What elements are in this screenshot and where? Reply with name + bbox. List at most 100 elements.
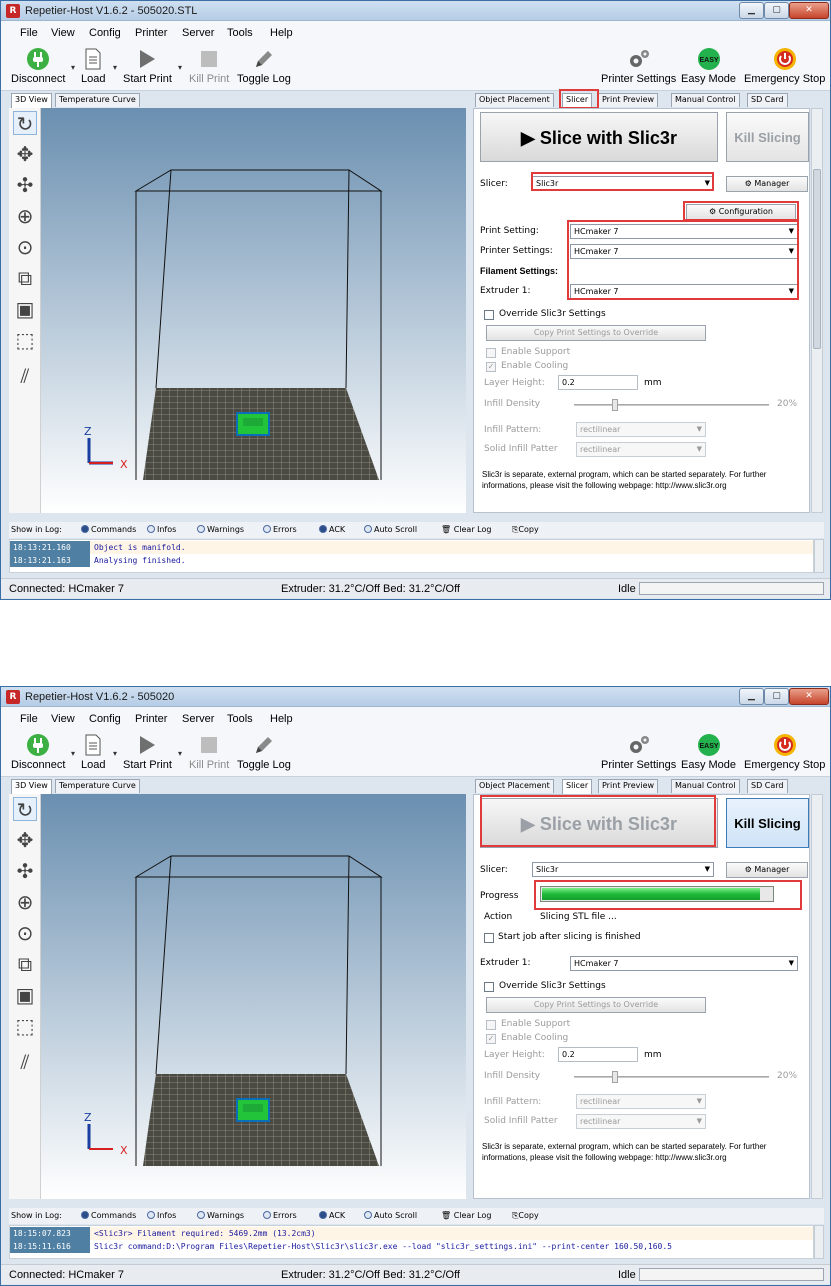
kill-print-button[interactable]: Kill Print [189, 47, 229, 85]
chevron-down-icon[interactable]: ▾ [178, 63, 182, 72]
menu-help[interactable]: Help [270, 27, 293, 39]
top-view-icon[interactable]: ⬚ [13, 328, 37, 352]
panel-scrollbar[interactable] [811, 108, 823, 513]
filter-warnings[interactable]: Warnings [197, 1211, 244, 1220]
isometric-view-icon[interactable]: ⧉ [13, 952, 37, 976]
close-button[interactable]: ✕ [789, 2, 829, 19]
layer-height-input[interactable]: 0.2 [558, 375, 638, 390]
menu-help[interactable]: Help [270, 713, 293, 725]
tab-print-preview[interactable]: Print Preview [598, 93, 659, 107]
start-print-button[interactable]: Start Print [123, 47, 172, 85]
kill-slicing-button[interactable]: Kill Slicing [726, 112, 809, 162]
menu-server[interactable]: Server [182, 713, 214, 725]
load-button[interactable]: Load [81, 733, 105, 771]
load-button[interactable]: Load [81, 47, 105, 85]
3d-viewport[interactable]: Z X [41, 794, 466, 1199]
tab-sd-card[interactable]: SD Card [747, 779, 788, 793]
menu-printer[interactable]: Printer [135, 713, 167, 725]
chevron-down-icon[interactable]: ▾ [178, 749, 182, 758]
tab-3d-view[interactable]: 3D View [11, 93, 52, 108]
maximize-button[interactable]: ▢ [764, 2, 789, 19]
move-icon[interactable]: ✥ [13, 142, 37, 166]
close-button[interactable]: ✕ [789, 688, 829, 705]
menu-tools[interactable]: Tools [227, 27, 253, 39]
parallel-projection-icon[interactable]: ⫽ [13, 364, 37, 388]
chevron-down-icon[interactable]: ▾ [71, 63, 75, 72]
menu-file[interactable]: File [20, 713, 38, 725]
chevron-down-icon[interactable]: ▾ [113, 63, 117, 72]
chevron-down-icon[interactable]: ▾ [71, 749, 75, 758]
tab-sd-card[interactable]: SD Card [747, 93, 788, 107]
tab-temperature-curve[interactable]: Temperature Curve [55, 779, 140, 793]
printer-settings-button[interactable]: Printer Settings [601, 47, 676, 85]
menu-config[interactable]: Config [89, 27, 121, 39]
log-area[interactable]: 18:15:07.823 <Slic3r> Filament required: … [9, 1225, 814, 1259]
filter-errors[interactable]: Errors [263, 1211, 297, 1220]
scrollbar-thumb[interactable] [813, 169, 821, 349]
top-view-icon[interactable]: ⬚ [13, 1014, 37, 1038]
filter-infos[interactable]: Infos [147, 525, 176, 534]
tab-print-preview[interactable]: Print Preview [598, 779, 659, 793]
rotate-icon[interactable]: ↻ [13, 111, 37, 136]
kill-slicing-button[interactable]: Kill Slicing [726, 798, 809, 848]
extruder-select[interactable]: HCmaker 7 ▼ [570, 956, 798, 971]
toggle-log-button[interactable]: Toggle Log [237, 733, 291, 771]
slider-handle[interactable] [612, 399, 618, 411]
manager-button[interactable]: ⚙ Manager [726, 176, 808, 192]
filter-auto-scroll[interactable]: Auto Scroll [364, 1211, 417, 1220]
parallel-projection-icon[interactable]: ⫽ [13, 1050, 37, 1074]
disconnect-button[interactable]: Disconnect [11, 47, 65, 85]
filter-ack[interactable]: ACK [319, 525, 345, 534]
tab-slicer[interactable]: Slicer [562, 779, 593, 794]
minimize-button[interactable]: ▁ [739, 2, 764, 19]
disconnect-button[interactable]: Disconnect [11, 733, 65, 771]
log-area[interactable]: 18:13:21.160 Object is manifold. 18:13:21… [9, 539, 814, 573]
menu-server[interactable]: Server [182, 27, 214, 39]
emergency-stop-button[interactable]: Emergency Stop [744, 733, 825, 771]
kill-print-button[interactable]: Kill Print [189, 733, 229, 771]
enable-cooling-checkbox[interactable]: ✓ [486, 362, 496, 372]
emergency-stop-button[interactable]: Emergency Stop [744, 47, 825, 85]
menu-printer[interactable]: Printer [135, 27, 167, 39]
copy-log-button[interactable]: ⎘Copy [512, 1211, 539, 1221]
copy-log-button[interactable]: ⎘Copy [512, 525, 539, 535]
filter-commands[interactable]: Commands [81, 1211, 136, 1220]
move-icon[interactable]: ✥ [13, 828, 37, 852]
panel-scrollbar[interactable] [811, 794, 823, 1199]
move-object-icon[interactable]: ✣ [13, 859, 37, 883]
zoom-fit-icon[interactable]: ⊙ [13, 921, 37, 945]
solid-infill-select[interactable]: rectilinear ▼ [576, 442, 706, 457]
zoom-in-icon[interactable]: ⊕ [13, 204, 37, 228]
log-scrollbar[interactable] [814, 539, 824, 573]
enable-cooling-checkbox[interactable]: ✓ [486, 1034, 496, 1044]
copy-print-settings-button[interactable]: Copy Print Settings to Override [486, 325, 706, 341]
tab-3d-view[interactable]: 3D View [11, 779, 52, 794]
infill-pattern-select[interactable]: rectilinear ▼ [576, 422, 706, 437]
override-checkbox[interactable] [484, 982, 494, 992]
tab-temperature-curve[interactable]: Temperature Curve [55, 93, 140, 107]
tab-manual-control[interactable]: Manual Control [671, 779, 740, 793]
start-job-checkbox[interactable] [484, 933, 494, 943]
menu-config[interactable]: Config [89, 713, 121, 725]
zoom-in-icon[interactable]: ⊕ [13, 890, 37, 914]
manager-button[interactable]: ⚙ Manager [726, 862, 808, 878]
slice-with-slic3r-button[interactable]: ▶ Slice with Slic3r [480, 112, 718, 162]
layer-height-input[interactable]: 0.2 [558, 1047, 638, 1062]
filter-ack[interactable]: ACK [319, 1211, 345, 1220]
toggle-log-button[interactable]: Toggle Log [237, 47, 291, 85]
enable-support-checkbox[interactable] [486, 348, 496, 358]
front-view-icon[interactable]: ▣ [13, 297, 37, 321]
menu-file[interactable]: File [20, 27, 38, 39]
filter-infos[interactable]: Infos [147, 1211, 176, 1220]
move-object-icon[interactable]: ✣ [13, 173, 37, 197]
rotate-icon[interactable]: ↻ [13, 797, 37, 822]
clear-log-button[interactable]: 🗑 Clear Log [441, 1211, 491, 1220]
front-view-icon[interactable]: ▣ [13, 983, 37, 1007]
zoom-fit-icon[interactable]: ⊙ [13, 235, 37, 259]
3d-viewport[interactable]: Z X [41, 108, 466, 513]
infill-pattern-select[interactable]: rectilinear ▼ [576, 1094, 706, 1109]
clear-log-button[interactable]: 🗑 Clear Log [441, 525, 491, 534]
menu-view[interactable]: View [51, 27, 75, 39]
filter-warnings[interactable]: Warnings [197, 525, 244, 534]
easy-mode-button[interactable]: EASY Easy Mode [681, 733, 736, 771]
